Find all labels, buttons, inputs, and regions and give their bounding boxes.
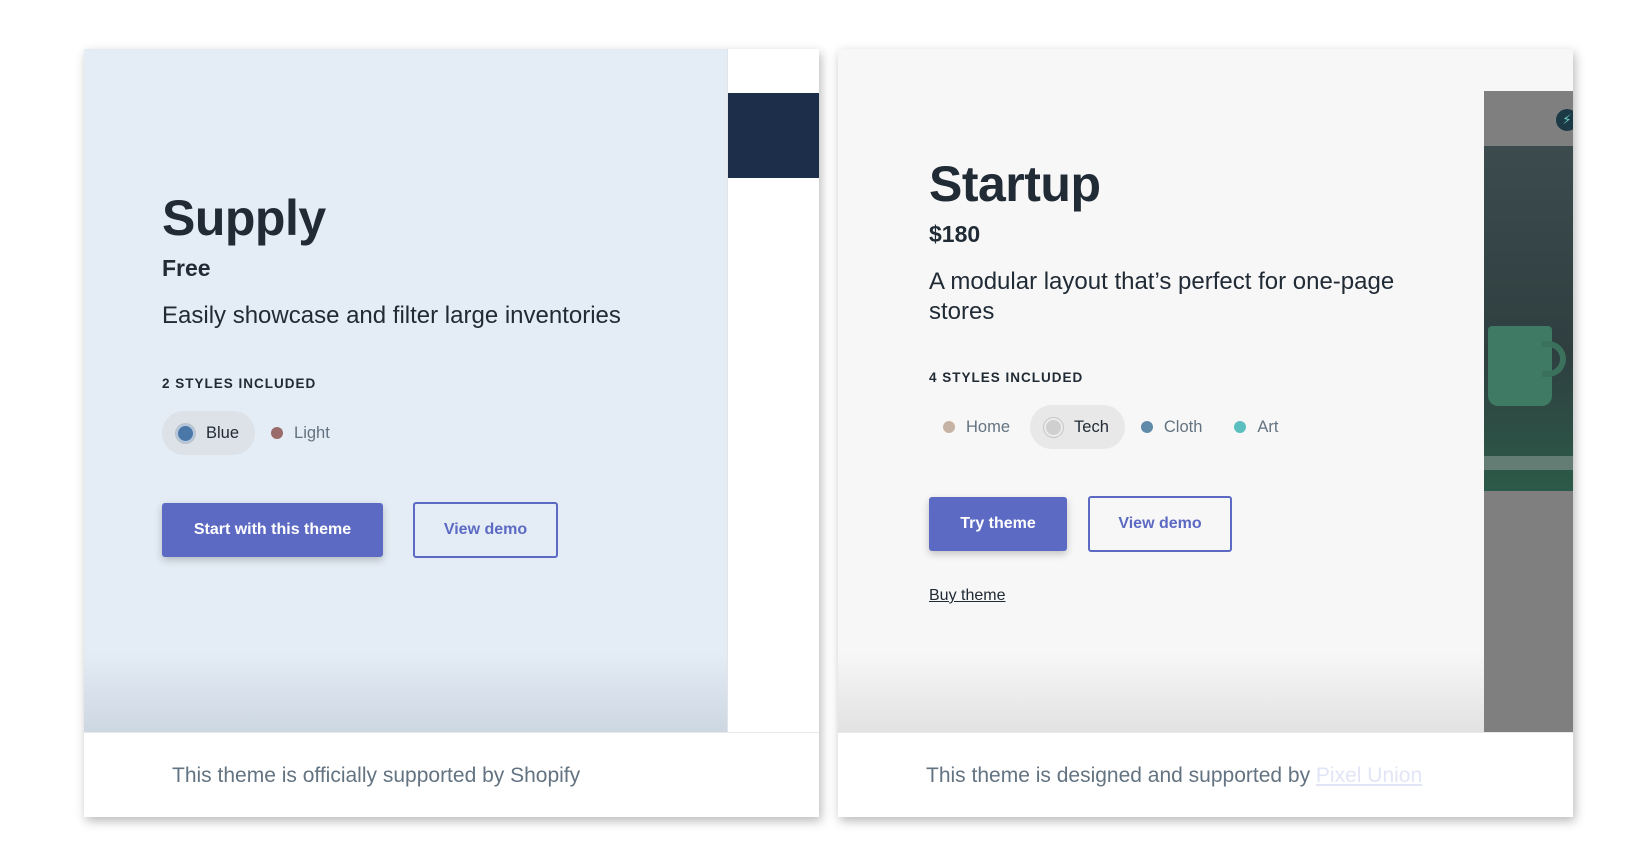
style-label: Tech — [1074, 417, 1109, 436]
theme-title: Supply — [162, 190, 326, 246]
style-label: Art — [1257, 417, 1279, 436]
theme-price: $180 — [929, 221, 981, 247]
view-demo-button[interactable]: View demo — [1088, 496, 1232, 552]
start-theme-button[interactable]: Start with this theme — [162, 503, 383, 557]
style-option-light[interactable]: Light — [257, 411, 346, 455]
theme-preview-image[interactable] — [727, 49, 819, 732]
style-option-cloth[interactable]: Cloth — [1127, 405, 1219, 449]
theme-title: Startup — [929, 156, 1101, 212]
color-swatch-icon — [271, 427, 284, 439]
style-option-home[interactable]: Home — [929, 405, 1026, 449]
theme-price: Free — [162, 255, 211, 281]
style-option-tech[interactable]: Tech — [1030, 405, 1125, 449]
theme-preview-image[interactable]: ⚡ — [1484, 91, 1573, 732]
style-selector: Home Tech Cloth Art — [929, 405, 1295, 449]
color-swatch-icon — [1234, 421, 1247, 433]
support-text: This theme is designed and supported by — [926, 764, 1311, 787]
support-text: This theme is officially supported by Sh… — [172, 764, 581, 787]
fade-overlay — [84, 652, 819, 732]
styles-heading: 4 STYLES INCLUDED — [929, 370, 1084, 385]
style-label: Blue — [206, 423, 240, 442]
style-label: Light — [294, 423, 330, 442]
theme-description: A modular layout that’s perfect for one-… — [929, 268, 1395, 325]
support-footer: This theme is officially supported by Sh… — [84, 732, 819, 817]
try-theme-button[interactable]: Try theme — [929, 497, 1067, 551]
developer-link[interactable]: Pixel Union — [1316, 764, 1422, 787]
brand-logo-icon: ⚡ — [1556, 109, 1573, 131]
styles-heading: 2 STYLES INCLUDED — [162, 376, 317, 391]
theme-card-body: Startup $180 A modular layout that’s per… — [838, 49, 1573, 732]
style-label: Cloth — [1163, 417, 1203, 436]
preview-header-bar — [728, 93, 819, 178]
style-label: Home — [966, 417, 1011, 436]
color-swatch-icon — [1140, 421, 1153, 433]
theme-description: Easily showcase and filter large invento… — [162, 302, 621, 329]
view-demo-button[interactable]: View demo — [413, 502, 558, 558]
theme-card-body: Supply Free Easily showcase and filter l… — [84, 49, 819, 732]
fade-overlay — [838, 652, 1573, 732]
support-footer: This theme is designed and supported by … — [838, 732, 1573, 817]
preview-photo — [1484, 146, 1573, 491]
color-swatch-icon — [176, 423, 195, 443]
theme-card-startup: Startup $180 A modular layout that’s per… — [838, 49, 1573, 817]
buy-theme-link[interactable]: Buy theme — [929, 587, 1005, 605]
theme-card-supply: Supply Free Easily showcase and filter l… — [84, 49, 819, 817]
style-selector: Blue Light — [162, 411, 346, 455]
shelf-shape — [1484, 456, 1573, 470]
color-swatch-icon — [943, 421, 955, 433]
style-option-art[interactable]: Art — [1220, 405, 1294, 449]
color-swatch-icon — [1044, 417, 1064, 437]
style-option-blue[interactable]: Blue — [162, 411, 256, 455]
